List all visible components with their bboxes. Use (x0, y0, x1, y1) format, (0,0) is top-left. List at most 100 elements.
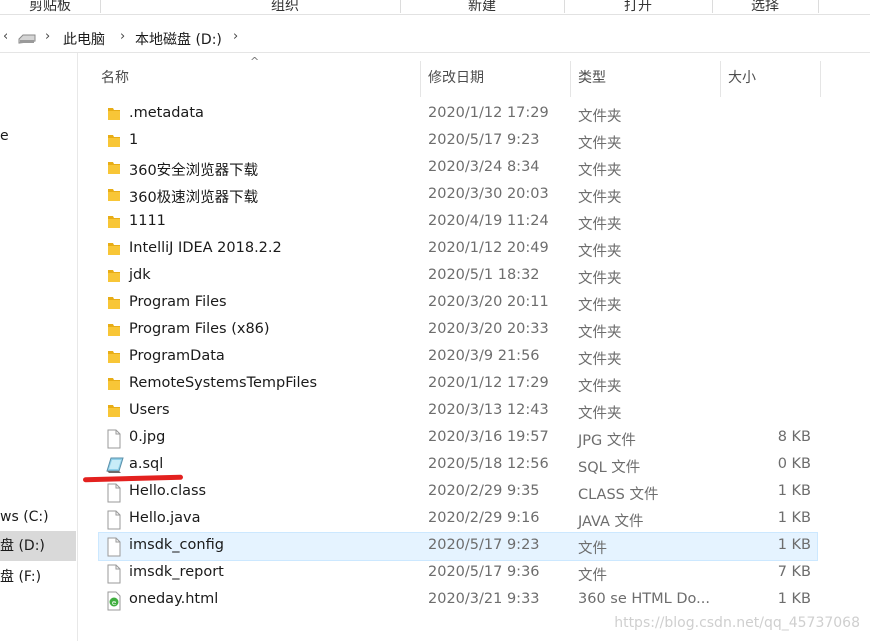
file-modified-date: 2020/4/19 11:24 (428, 213, 549, 229)
file-name: imsdk_config (129, 537, 224, 553)
file-row[interactable]: IntelliJ IDEA 2018.2.2 2020/1/12 20:49 文件夹 (99, 236, 817, 263)
file-modified-date: 2020/3/13 12:43 (428, 402, 549, 418)
file-row[interactable]: imsdk_report 2020/5/17 9:36 文件 7 KB (99, 560, 817, 587)
file-name: RemoteSystemsTempFiles (129, 375, 318, 391)
column-divider[interactable] (720, 61, 721, 97)
nav-item-drive-f[interactable]: 盘 (F:) (0, 562, 76, 592)
nav-item-label: 盘 (D:) (0, 538, 45, 554)
folder-icon (105, 213, 123, 233)
file-size: 8 KB (777, 429, 811, 445)
file-icon (105, 483, 123, 503)
file-modified-date: 2020/5/17 9:36 (428, 564, 540, 580)
file-name: Hello.java (129, 510, 201, 526)
file-row[interactable]: 1111 2020/4/19 11:24 文件夹 (99, 209, 817, 236)
breadcrumb-separator[interactable]: › (120, 29, 125, 44)
column-divider[interactable] (820, 61, 821, 97)
sort-ascending-icon: ^ (250, 55, 260, 68)
file-name: oneday.html (129, 591, 219, 607)
file-size: 1 KB (777, 510, 811, 526)
nav-item-partial[interactable]: e (0, 121, 76, 151)
file-size: 1 KB (777, 591, 811, 607)
file-type: 文件夹 (578, 298, 622, 314)
file-name: Program Files (129, 294, 227, 310)
file-name: 360安全浏览器下载 (129, 163, 259, 179)
file-row[interactable]: 360极速浏览器下载 2020/3/30 20:03 文件夹 (99, 182, 817, 209)
file-name: IntelliJ IDEA 2018.2.2 (129, 240, 282, 256)
column-divider[interactable] (570, 61, 571, 97)
navigation-pane[interactable]: e ws (C:) 盘 (D:) 盘 (F:) (0, 53, 78, 641)
file-size: 1 KB (777, 483, 811, 499)
column-header-name[interactable]: 名称 (101, 67, 129, 87)
nav-item-drive-d[interactable]: 盘 (D:) (0, 531, 76, 561)
breadcrumb-local-disk-d[interactable]: 本地磁盘 (D:) (135, 29, 222, 49)
folder-icon (105, 132, 123, 152)
sql-file-icon (105, 456, 124, 476)
file-name: Users (129, 402, 170, 418)
file-name: ProgramData (129, 348, 225, 364)
file-modified-date: 2020/3/24 8:34 (428, 159, 540, 175)
file-icon (105, 537, 123, 557)
file-type: 文件夹 (578, 244, 622, 260)
html-file-icon: e (105, 591, 123, 611)
file-modified-date: 2020/1/12 17:29 (428, 375, 549, 391)
file-row[interactable]: 0.jpg 2020/3/16 19:57 JPG 文件 8 KB (99, 425, 817, 452)
folder-icon (105, 375, 123, 395)
file-modified-date: 2020/3/30 20:03 (428, 186, 549, 202)
folder-icon (105, 267, 123, 287)
file-type: 文件 (578, 568, 607, 584)
file-name: imsdk_report (129, 564, 224, 580)
ribbon-group-clipboard: 剪贴板 (0, 0, 101, 14)
column-divider[interactable] (420, 61, 421, 97)
file-type: 文件 (578, 541, 607, 557)
file-row[interactable]: Program Files 2020/3/20 20:11 文件夹 (99, 290, 817, 317)
file-row[interactable]: a.sql 2020/5/18 12:56 SQL 文件 0 KB (99, 452, 817, 479)
nav-item-drive-c[interactable]: ws (C:) (0, 502, 76, 532)
file-row[interactable]: 1 2020/5/17 9:23 文件夹 (99, 128, 817, 155)
folder-icon (105, 294, 123, 314)
file-name: a.sql (129, 456, 164, 472)
file-modified-date: 2020/5/17 9:23 (428, 132, 540, 148)
column-header-type[interactable]: 类型 (578, 67, 606, 87)
file-type: 文件夹 (578, 163, 622, 179)
file-row[interactable]: imsdk_config 2020/5/17 9:23 文件 1 KB (98, 532, 818, 561)
file-modified-date: 2020/5/1 18:32 (428, 267, 540, 283)
chevron-left-icon[interactable]: ‹ (3, 29, 8, 44)
file-name: 1111 (129, 213, 166, 229)
file-row[interactable]: Program Files (x86) 2020/3/20 20:33 文件夹 (99, 317, 817, 344)
file-type: 文件夹 (578, 217, 622, 233)
file-icon (105, 564, 123, 584)
ribbon-group-new: 新建 (400, 0, 565, 14)
file-row[interactable]: 360安全浏览器下载 2020/3/24 8:34 文件夹 (99, 155, 817, 182)
file-name: 0.jpg (129, 429, 166, 445)
file-modified-date: 2020/1/12 17:29 (428, 105, 549, 121)
file-size: 0 KB (777, 456, 811, 472)
address-bar[interactable]: ‹ › 此电脑 › 本地磁盘 (D:) › (0, 24, 870, 53)
folder-icon (105, 159, 123, 179)
file-row[interactable]: jdk 2020/5/1 18:32 文件夹 (99, 263, 817, 290)
column-header-size[interactable]: 大小 (728, 67, 756, 87)
file-row[interactable]: Users 2020/3/13 12:43 文件夹 (99, 398, 817, 425)
file-name: jdk (129, 267, 151, 283)
file-row[interactable]: e oneday.html 2020/3/21 9:33 360 se HTML Do… (99, 587, 817, 614)
drive-icon (18, 34, 36, 44)
file-name: .metadata (129, 105, 204, 121)
file-modified-date: 2020/2/29 9:35 (428, 483, 540, 499)
column-header-row: ^ 名称 修改日期 类型 大小 (77, 53, 870, 99)
folder-icon (105, 105, 123, 125)
file-size: 7 KB (777, 564, 811, 580)
folder-icon (105, 402, 123, 422)
file-modified-date: 2020/5/18 12:56 (428, 456, 549, 472)
breadcrumb-this-pc[interactable]: 此电脑 (63, 29, 105, 49)
file-name: 1 (129, 132, 139, 148)
breadcrumb-separator[interactable]: › (45, 29, 50, 44)
file-row[interactable]: ProgramData 2020/3/9 21:56 文件夹 (99, 344, 817, 371)
file-type: JPG 文件 (578, 433, 636, 449)
file-row[interactable]: Hello.class 2020/2/29 9:35 CLASS 文件 1 KB (99, 479, 817, 506)
column-header-date[interactable]: 修改日期 (428, 67, 484, 87)
file-modified-date: 2020/3/9 21:56 (428, 348, 540, 364)
file-row[interactable]: .metadata 2020/1/12 17:29 文件夹 (99, 101, 817, 128)
breadcrumb-separator[interactable]: › (233, 29, 238, 44)
watermark: https://blog.csdn.net/qq_45737068 (614, 615, 860, 631)
file-row[interactable]: RemoteSystemsTempFiles 2020/1/12 17:29 文件夹 (99, 371, 817, 398)
file-row[interactable]: Hello.java 2020/2/29 9:16 JAVA 文件 1 KB (99, 506, 817, 533)
